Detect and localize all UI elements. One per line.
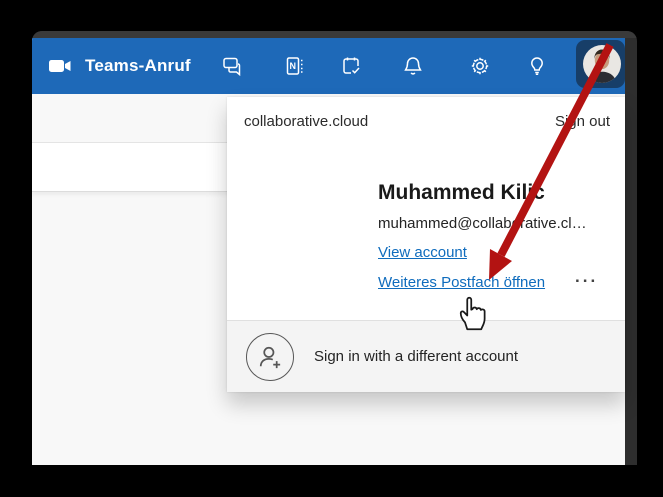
account-name: Muhammed Kilic [378, 181, 545, 205]
more-options-button[interactable]: ... [575, 267, 598, 287]
avatar [582, 44, 622, 84]
organization-name: collaborative.cloud [244, 113, 368, 130]
account-email: muhammed@collaborative.cl… [378, 215, 587, 232]
sign-out-button[interactable]: Sign out [553, 109, 612, 134]
view-account-link[interactable]: View account [378, 244, 467, 261]
account-callout: collaborative.cloud Sign out Muhammed Ki… [227, 97, 625, 392]
gear-icon [469, 55, 491, 77]
tips-button[interactable] [517, 46, 557, 86]
account-avatar-button[interactable] [576, 40, 625, 88]
todo-calendar-icon [340, 55, 362, 77]
onenote-feed-icon: N [284, 55, 306, 77]
switch-account-button[interactable]: Sign in with a different account [227, 320, 625, 392]
open-other-mailbox-link[interactable]: Weiteres Postfach öffnen [378, 274, 545, 291]
switch-account-label: Sign in with a different account [314, 348, 518, 365]
feedback-chat-button[interactable] [212, 46, 252, 86]
chat-icon [221, 55, 243, 77]
bell-icon [402, 55, 424, 77]
settings-button[interactable] [460, 46, 500, 86]
teams-call-button[interactable]: Teams-Anruf [42, 46, 197, 86]
svg-text:N: N [290, 61, 297, 71]
teams-call-label: Teams-Anruf [85, 56, 191, 76]
notifications-button[interactable] [393, 46, 433, 86]
person-add-icon [246, 333, 294, 381]
lightbulb-icon [526, 55, 548, 77]
window-title-strip [32, 31, 637, 38]
video-camera-icon [48, 58, 72, 74]
suite-header: Teams-Anruf N [32, 38, 625, 94]
browser-window: Teams-Anruf N [32, 31, 637, 465]
todo-button[interactable] [331, 46, 371, 86]
screenshot-stage: Teams-Anruf N [0, 0, 663, 497]
app-content: Teams-Anruf N [32, 38, 625, 465]
onenote-feed-button[interactable]: N [275, 46, 315, 86]
